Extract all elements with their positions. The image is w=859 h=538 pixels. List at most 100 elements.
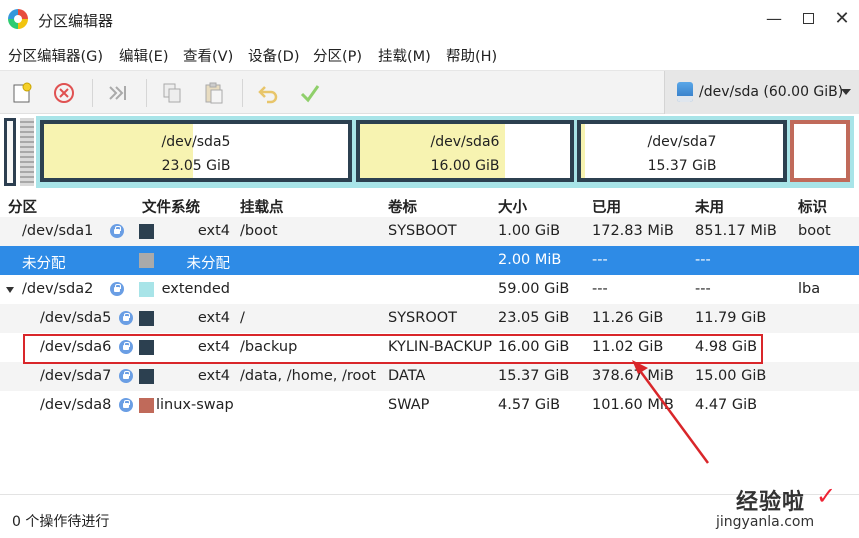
watermark-text: 经验啦 [736,490,806,515]
delete-partition-icon[interactable] [50,79,78,107]
disk-icon [677,82,693,102]
lock-icon [119,369,133,383]
cell-used: 11.26 GiB [592,310,664,326]
device-selector[interactable]: /dev/sda (60.00 GiB) [664,71,859,115]
cell-filesystem: extended [161,281,230,297]
cell-size: 23.05 GiB [498,310,570,326]
diskmap-sda6[interactable]: /dev/sda6 16.00 GiB [356,120,574,182]
cell-unused: 15.00 GiB [695,368,767,384]
diskmap-partition-name: /dev/sda6 [430,134,500,150]
copy-icon[interactable] [158,79,186,107]
diskmap-partition-name: /dev/sda7 [647,134,717,150]
table-row[interactable]: /dev/sda7 ext4 /data, /home, /root DATA … [0,362,859,391]
menu-device[interactable]: 设备(D) [248,45,299,66]
cell-used: 172.83 MiB [592,223,674,239]
cell-used: --- [592,252,608,268]
header-flags[interactable]: 标识 [798,196,827,217]
cell-partition: /dev/sda5 [40,310,112,326]
cell-size: 1.00 GiB [498,223,561,239]
header-unused[interactable]: 未用 [695,196,724,217]
lock-icon [110,282,124,296]
cell-flags: lba [798,281,821,297]
fs-color-swatch [139,398,154,413]
table-row[interactable]: /dev/sda2 extended 59.00 GiB --- --- lba [0,275,859,304]
menu-gparted[interactable]: 分区编辑器(G) [8,45,103,66]
pending-operations-status: 0 个操作待进行 [12,514,110,530]
new-partition-icon[interactable] [8,79,36,107]
device-label: /dev/sda (60.00 GiB) [699,84,844,100]
diskmap-partition-size: 15.37 GiB [647,158,717,174]
title-bar: 分区编辑器 — ✕ [0,0,859,38]
table-row-selected[interactable]: 未分配 未分配 2.00 MiB --- --- [0,246,859,275]
fs-color-swatch [139,311,154,326]
cell-unused: 4.47 GiB [695,397,758,413]
diskmap-sda7[interactable]: /dev/sda7 15.37 GiB [577,120,787,182]
undo-icon[interactable] [254,79,282,107]
diskmap-sda1[interactable] [4,118,16,186]
cell-size: 59.00 GiB [498,281,570,297]
header-partition[interactable]: 分区 [8,196,37,217]
cell-used: --- [592,281,608,297]
app-icon [8,9,28,29]
cell-size: 4.57 GiB [498,397,561,413]
toolbar: /dev/sda (60.00 GiB) [0,70,859,115]
diskmap-partition-name: /dev/sda5 [161,134,231,150]
maximize-button[interactable] [798,9,818,29]
cell-label: SYSBOOT [388,223,457,239]
apply-icon[interactable] [296,79,324,107]
lock-icon [119,398,133,412]
cell-unused: 851.17 MiB [695,223,777,239]
cell-filesystem: 未分配 [186,256,231,272]
cell-flags: boot [798,223,831,239]
cell-mountpoint: /boot [240,223,278,239]
cell-filesystem: ext4 [197,310,230,326]
cell-unused: --- [695,252,711,268]
header-filesystem[interactable]: 文件系统 [142,196,200,217]
chevron-down-icon [841,89,851,95]
cell-mountpoint: /data, /home, /root [240,368,376,384]
diskmap-sda5[interactable]: /dev/sda5 23.05 GiB [40,120,352,182]
fs-color-swatch [139,253,154,268]
toolbar-separator [146,79,147,107]
paste-icon[interactable] [200,79,228,107]
menu-partition[interactable]: 分区(P) [313,45,362,66]
header-label[interactable]: 卷标 [388,196,417,217]
toolbar-separator [92,79,93,107]
header-used[interactable]: 已用 [592,196,621,217]
cell-unused: 11.79 GiB [695,310,767,326]
minimize-button[interactable]: — [764,9,784,29]
fs-color-swatch [139,224,154,239]
menu-edit[interactable]: 编辑(E) [119,45,168,66]
header-mountpoint[interactable]: 挂载点 [240,196,284,217]
header-size[interactable]: 大小 [498,196,527,217]
table-row[interactable]: /dev/sda1 ext4 /boot SYSBOOT 1.00 GiB 17… [0,217,859,246]
checkmark-icon: ✓ [816,482,837,510]
cell-partition: /dev/sda1 [22,223,94,239]
table-row[interactable]: /dev/sda8 linux-swap SWAP 4.57 GiB 101.6… [0,391,859,420]
cell-label: SWAP [388,397,430,413]
close-button[interactable]: ✕ [832,9,852,29]
resize-move-icon[interactable] [104,79,132,107]
cell-size: 2.00 MiB [498,252,562,268]
table-header: 分区 文件系统 挂载点 卷标 大小 已用 未用 标识 [0,192,859,218]
expander-icon[interactable] [6,287,14,293]
watermark-url: jingyanla.com [716,514,815,530]
lock-icon [110,224,124,238]
window-title: 分区编辑器 [38,12,114,30]
cell-filesystem: ext4 [197,223,230,239]
diskmap-partition-size: 23.05 GiB [161,158,231,174]
disk-map: /dev/sda5 23.05 GiB /dev/sda6 16.00 GiB … [0,114,859,190]
menu-view[interactable]: 查看(V) [183,45,233,66]
cell-partition: 未分配 [22,256,66,272]
cell-used: 101.60 MiB [592,397,674,413]
diskmap-sda8[interactable] [790,120,850,182]
cell-used: 378.67 MiB [592,368,674,384]
cell-unused: --- [695,281,711,297]
menu-mount[interactable]: 挂载(M) [378,45,431,66]
watermark: 经验啦 ✓ jingyanla.com [716,482,854,538]
menu-bar: 分区编辑器(G) 编辑(E) 查看(V) 设备(D) 分区(P) 挂载(M) 帮… [0,40,859,68]
table-row[interactable]: /dev/sda5 ext4 / SYSROOT 23.05 GiB 11.26… [0,304,859,333]
menu-help[interactable]: 帮助(H) [446,45,497,66]
diskmap-unallocated[interactable] [20,118,34,186]
cell-label: SYSROOT [388,310,458,326]
